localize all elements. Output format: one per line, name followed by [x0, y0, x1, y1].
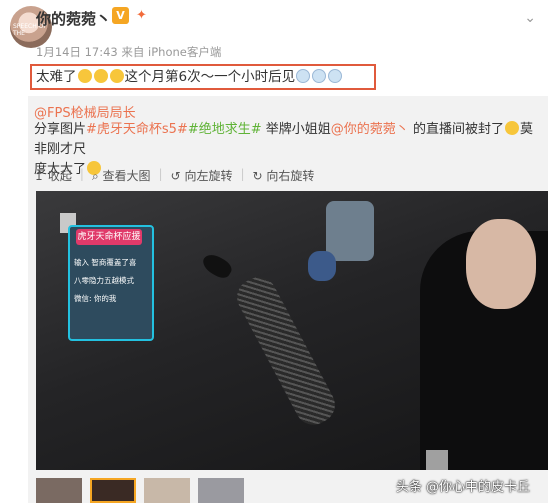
- crying-laugh-emoji-icon: [109, 69, 124, 83]
- divider: |: [240, 167, 245, 181]
- collapse-button[interactable]: ↥ 收起: [34, 167, 72, 184]
- crying-emoji-icon: [296, 69, 311, 83]
- hashtag-link[interactable]: #绝地求生#: [188, 122, 262, 137]
- thumbnail[interactable]: [144, 478, 190, 503]
- watermark: 头条 @你心中的皮卡丘: [395, 480, 530, 495]
- thumbnail-selected[interactable]: [90, 478, 136, 503]
- post-text-before: 太难了: [36, 69, 77, 85]
- image-face: [466, 219, 536, 309]
- sweat-emoji-icon: [504, 121, 519, 135]
- divider: |: [79, 167, 84, 181]
- repost-tail: 的直播间被封了: [408, 122, 504, 137]
- overlay-line: 微信: 你的我: [74, 294, 117, 303]
- overlay-line: 输入 智商覆盖了喜: [74, 258, 137, 267]
- post-meta: 1月14日 17:43 来自 iPhone客户端: [36, 45, 222, 59]
- fan-badge-icon: ✦: [136, 8, 147, 23]
- image-jeans: [326, 201, 374, 261]
- vip-badge-icon: V: [112, 7, 129, 24]
- chevron-down-icon[interactable]: ⌄: [524, 10, 536, 26]
- thumbnail-strip: [36, 478, 244, 503]
- overlay-line: 八零隐力五越模式: [74, 276, 134, 285]
- stream-overlay-panel: 虎牙天命杯应援 输入 智商覆盖了喜 八零隐力五越模式 微信: 你的我: [68, 225, 154, 341]
- rotate-left-icon: ↺: [170, 169, 181, 183]
- view-large-label: 查看大图: [102, 169, 151, 183]
- mosaic-block: [426, 450, 448, 470]
- repost-prefix: 分享图片: [34, 122, 87, 137]
- post-text-middle: 这个月第6次～一个小时后见: [124, 69, 296, 85]
- collapse-icon: ↥: [34, 169, 45, 183]
- image-actions: ↥ 收起 | ⌕ 查看大图 | ↺ 向左旋转 | ↻ 向右旋转: [34, 167, 314, 184]
- rotate-right-label: 向右旋转: [266, 169, 315, 183]
- crying-laugh-emoji-icon: [77, 69, 92, 83]
- collapse-label: 收起: [47, 169, 72, 183]
- post-image[interactable]: 虎牙天命杯应援 输入 智商覆盖了喜 八零隐力五越模式 微信: 你的我: [36, 191, 548, 470]
- magnifier-icon: ⌕: [91, 169, 99, 183]
- repost-mid: 举牌小姐姐: [261, 122, 331, 137]
- crying-emoji-icon: [328, 69, 343, 83]
- hashtag-link[interactable]: #虎牙天命杯s5#: [86, 122, 188, 137]
- rotate-left-label: 向左旋转: [184, 169, 233, 183]
- divider: |: [158, 167, 163, 181]
- repost-author[interactable]: @FPS枪械局局长: [34, 102, 136, 121]
- rotate-right-icon: ↻: [252, 169, 263, 183]
- thumbnail[interactable]: [36, 478, 82, 503]
- view-large-button[interactable]: ⌕ 查看大图: [92, 167, 151, 184]
- post-text: 太难了 这个月第6次～一个小时后见: [30, 64, 376, 90]
- rotate-right-button[interactable]: ↻ 向右旋转: [253, 167, 315, 184]
- mention-link[interactable]: @你的菀菀丶: [331, 122, 409, 137]
- crying-emoji-icon: [312, 69, 327, 83]
- overlay-title: 虎牙天命杯应援: [76, 229, 142, 245]
- thumbnail[interactable]: [198, 478, 244, 503]
- username[interactable]: 你的菀菀丶: [36, 8, 111, 29]
- image-sneaker: [308, 251, 336, 281]
- rotate-left-button[interactable]: ↺ 向左旋转: [171, 167, 233, 184]
- crying-laugh-emoji-icon: [93, 69, 108, 83]
